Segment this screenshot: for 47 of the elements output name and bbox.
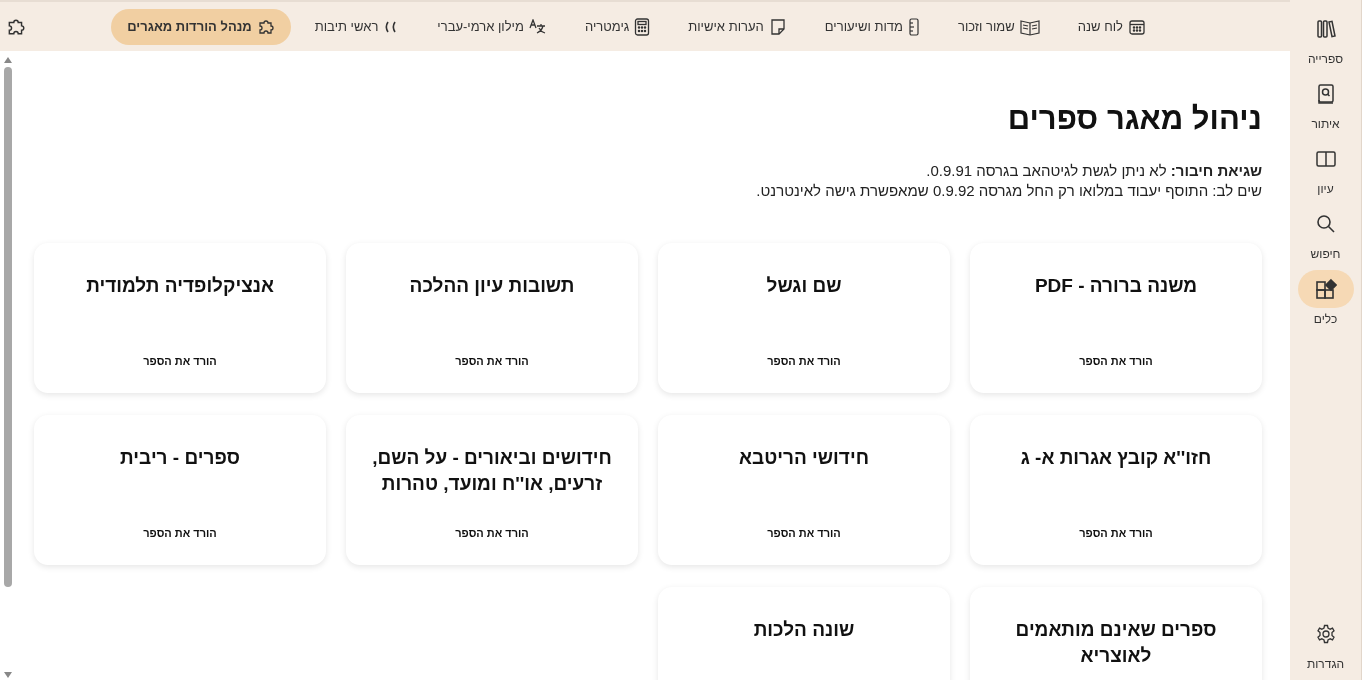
books-icon: [1314, 18, 1337, 40]
toolbar-tab[interactable]: מילון ארמי-עברי: [423, 8, 561, 45]
open-book-icon: [1019, 17, 1040, 36]
sidebar-item[interactable]: איתור: [1297, 75, 1354, 131]
book-title: שונה הלכות: [753, 618, 855, 642]
download-button[interactable]: הורד את הספר: [1071, 347, 1161, 375]
book-title: שם וגשל: [766, 274, 842, 298]
search-icon: [1314, 213, 1337, 235]
download-button[interactable]: הורד את הספר: [447, 347, 537, 375]
toolbar-tab[interactable]: שמור וזכור: [943, 8, 1054, 45]
download-button[interactable]: הורד את הספר: [447, 519, 537, 547]
translate-icon: [528, 18, 547, 35]
book-title: ספרים - ריבית: [120, 446, 240, 470]
book-title: משנה ברורה - PDF: [1034, 274, 1198, 298]
toolbar-tab[interactable]: הערות אישיות: [674, 8, 801, 45]
book-title: חידושי הריטבא: [739, 446, 869, 470]
notice-text: שים לב: התוסף יעבוד במלואו רק החל מגרסה 0.9.92 שמאפשרת גישה לאינטרנט.: [755, 181, 1262, 201]
download-button[interactable]: הורד את הספר: [135, 519, 225, 547]
notice-text: שגיאת חיבור: לא ניתן לגשת לגיטהאב בגרסה 0.9.91.: [925, 161, 1262, 181]
toolbar-tab[interactable]: לוח שנה: [1063, 8, 1160, 45]
download-button[interactable]: הורד את הספר: [759, 347, 849, 375]
toolbar-tab[interactable]: ראשי תיבות: [300, 8, 414, 45]
download-button[interactable]: הורד את הספר: [1071, 519, 1161, 547]
puzzle-icon: [256, 17, 275, 36]
book-title: תשובות עיון ההלכה: [409, 274, 575, 298]
sticky-note-icon: [768, 17, 787, 36]
sidebar-item[interactable]: חיפוש: [1297, 205, 1354, 261]
book-title: חידושים וביאורים - על השם, זרעים, או''ח ומועד, טהרות: [371, 446, 613, 496]
ruler-icon: [907, 17, 920, 36]
download-button[interactable]: הורד את הספר: [759, 519, 849, 547]
toolbar-tab[interactable]: מנהל הורדות מאגרים: [111, 8, 291, 45]
download-button[interactable]: הורד את הספר: [135, 347, 225, 375]
settings-icon: [1315, 624, 1336, 644]
sidebar-item[interactable]: עיון: [1297, 140, 1354, 196]
book-search-icon: [1315, 83, 1336, 105]
sidebar-item[interactable]: ספרייה: [1297, 10, 1354, 66]
toolbar-tab[interactable]: גימטריה: [570, 8, 665, 45]
settings-button[interactable]: הגדרות: [1297, 615, 1354, 671]
book-title: חזו''א קובץ אגרות א- ג: [1020, 446, 1212, 470]
book-title: אנציקלופדיה תלמודית: [86, 274, 274, 298]
toolbar-tab[interactable]: מדות ושיעורים: [810, 8, 934, 45]
widgets-icon: [1314, 278, 1337, 300]
calendar-icon: [1128, 17, 1146, 36]
columns-icon: [1314, 149, 1337, 169]
calculator-icon: [634, 17, 651, 36]
page-title: ניהול מאגר ספרים: [1006, 101, 1262, 137]
book-title: ספרים שאינם מותאמים לאוצריא: [1014, 618, 1218, 668]
